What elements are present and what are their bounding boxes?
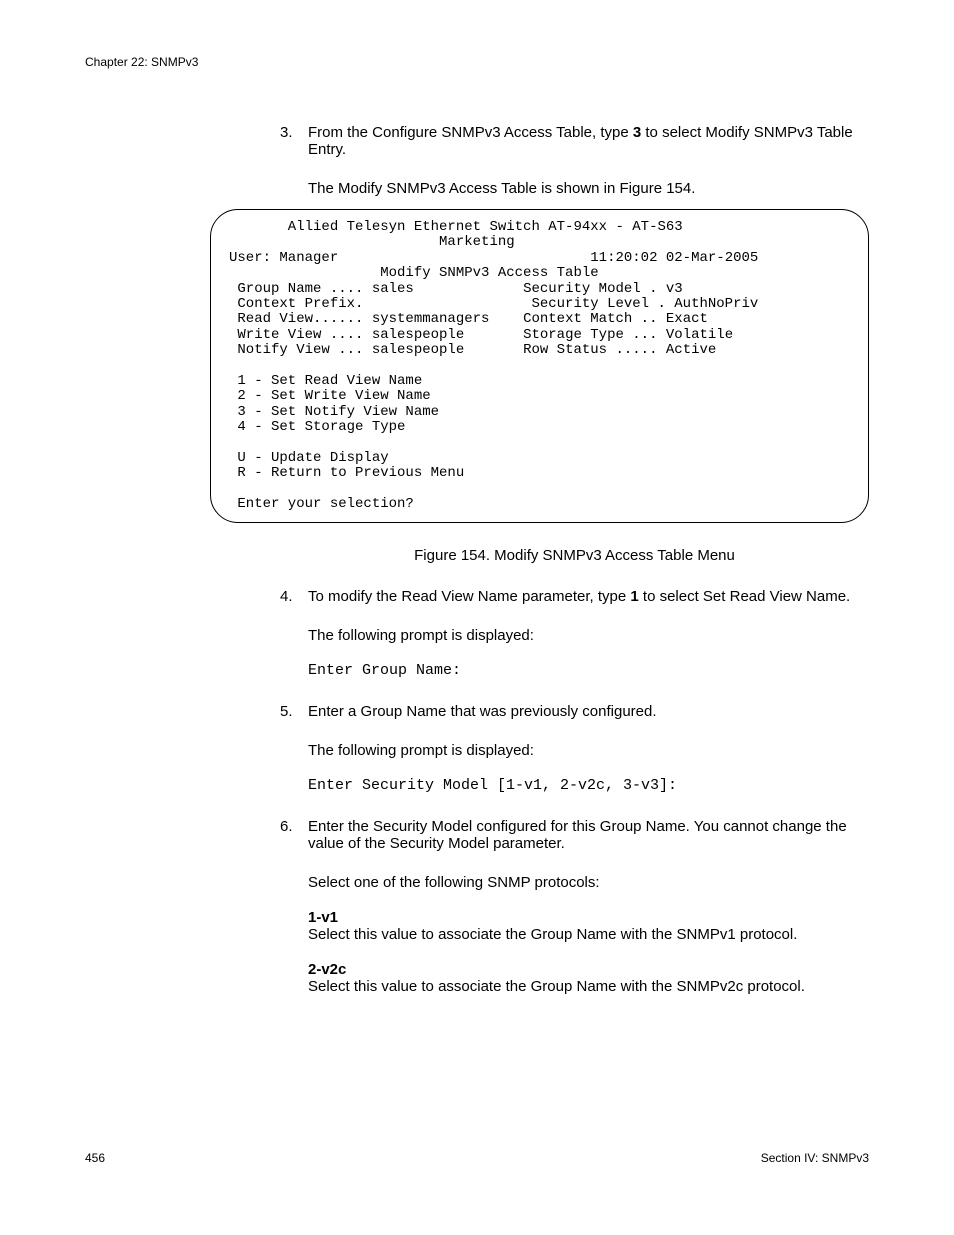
term-timestamp: 11:20:02 02-Mar-2005 [590, 250, 758, 266]
chapter-header: Chapter 22: SNMPv3 [85, 55, 869, 69]
step-follow: The following prompt is displayed: [308, 742, 869, 759]
term-mr: R - Return to Previous Menu [229, 465, 464, 481]
step-text-b: to select Set Read View Name. [639, 588, 851, 605]
step-follow: The Modify SNMPv3 Access Table is shown … [308, 180, 869, 197]
page-footer: 456 Section IV: SNMPv3 [85, 1151, 869, 1165]
step-text-a: To modify the Read View Name parameter, … [308, 588, 630, 605]
step-bold: 1 [630, 588, 638, 605]
term-mu: U - Update Display [229, 450, 389, 466]
term-sel: Enter your selection? [229, 496, 414, 512]
term-row1r: Security Model . v3 [523, 281, 683, 297]
term-row1l: Group Name .... sales [229, 281, 414, 297]
content-column-2: Figure 154. Modify SNMPv3 Access Table M… [280, 547, 869, 995]
step-number: 3. [280, 124, 308, 197]
term-row2l: Context Prefix. [229, 296, 363, 312]
step-3: 3. From the Configure SNMPv3 Access Tabl… [280, 124, 869, 197]
content-column: 3. From the Configure SNMPv3 Access Tabl… [280, 124, 869, 197]
document-page: Chapter 22: SNMPv3 3. From the Configure… [0, 0, 954, 1235]
step-body: To modify the Read View Name parameter, … [308, 588, 869, 679]
terminal-screen: Allied Telesyn Ethernet Switch AT-94xx -… [210, 209, 869, 523]
step-number: 5. [280, 703, 308, 794]
option-2-head: 2-v2c [308, 961, 869, 978]
step-body: Enter the Security Model configured for … [308, 818, 869, 995]
term-row4l: Write View .... salespeople [229, 327, 464, 343]
figure-caption: Figure 154. Modify SNMPv3 Access Table M… [280, 547, 869, 564]
term-row3l: Read View...... systemmanagers [229, 311, 489, 327]
prompt-text: Enter Security Model [1-v1, 2-v2c, 3-v3]… [308, 777, 869, 794]
step-4: 4. To modify the Read View Name paramete… [280, 588, 869, 679]
step-6: 6. Enter the Security Model configured f… [280, 818, 869, 995]
prompt-text: Enter Group Name: [308, 662, 869, 679]
term-m1: 1 - Set Read View Name [229, 373, 422, 389]
step-number: 6. [280, 818, 308, 995]
step-follow: Select one of the following SNMP protoco… [308, 874, 869, 891]
step-text: Enter the Security Model configured for … [308, 818, 847, 852]
term-m4: 4 - Set Storage Type [229, 419, 405, 435]
step-text: Enter a Group Name that was previously c… [308, 703, 657, 720]
option-1-body: Select this value to associate the Group… [308, 926, 869, 943]
page-number: 456 [85, 1151, 105, 1165]
step-text-a: From the Configure SNMPv3 Access Table, … [308, 124, 633, 141]
step-5: 5. Enter a Group Name that was previousl… [280, 703, 869, 794]
step-bold: 3 [633, 124, 641, 141]
step-body: From the Configure SNMPv3 Access Table, … [308, 124, 869, 197]
term-row4r: Storage Type ... Volatile [523, 327, 733, 343]
option-1-head: 1-v1 [308, 909, 869, 926]
term-m3: 3 - Set Notify View Name [229, 404, 439, 420]
section-label: Section IV: SNMPv3 [761, 1151, 869, 1165]
step-body: Enter a Group Name that was previously c… [308, 703, 869, 794]
term-row3r: Context Match .. Exact [523, 311, 708, 327]
term-row2r: Security Level . AuthNoPriv [531, 296, 758, 312]
terminal-figure: Allied Telesyn Ethernet Switch AT-94xx -… [210, 209, 869, 523]
step-follow: The following prompt is displayed: [308, 627, 869, 644]
term-line2: Marketing [229, 234, 515, 250]
term-m2: 2 - Set Write View Name [229, 388, 431, 404]
step-number: 4. [280, 588, 308, 679]
term-row5r: Row Status ..... Active [523, 342, 716, 358]
term-title: Modify SNMPv3 Access Table [229, 265, 599, 281]
term-line1: Allied Telesyn Ethernet Switch AT-94xx -… [229, 219, 683, 235]
term-row5l: Notify View ... salespeople [229, 342, 464, 358]
option-2-body: Select this value to associate the Group… [308, 978, 869, 995]
term-user: User: Manager [229, 250, 338, 266]
